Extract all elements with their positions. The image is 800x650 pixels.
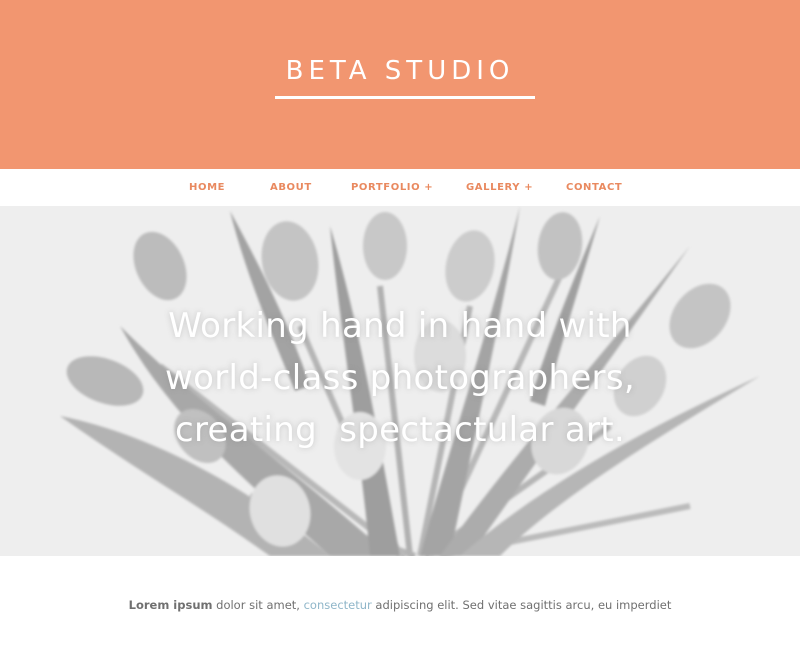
intro-section: Lorem ipsum dolor sit amet, consectetur …: [0, 556, 800, 650]
nav-home[interactable]: HOME: [189, 182, 225, 193]
hero-tagline: Working hand in hand with world-class ph…: [0, 300, 800, 456]
intro-link[interactable]: consectetur: [304, 598, 372, 612]
intro-bold: Lorem ipsum: [128, 598, 213, 612]
site-logo[interactable]: BETA STUDIO: [0, 56, 800, 86]
hero-line-2: world-class photographers,: [165, 358, 635, 398]
site-header: BETA STUDIO: [0, 0, 800, 169]
hero-line-1: Working hand in hand with: [168, 306, 632, 346]
nav-gallery[interactable]: GALLERY +: [466, 182, 533, 193]
nav-about[interactable]: ABOUT: [270, 182, 312, 193]
logo-underline: [275, 96, 535, 99]
intro-paragraph: Lorem ipsum dolor sit amet, consectetur …: [0, 598, 800, 612]
intro-text-2: adipiscing elit. Sed vitae sagittis arcu…: [371, 598, 672, 612]
nav-portfolio[interactable]: PORTFOLIO +: [351, 182, 433, 193]
hero-line-3: creating spectactular art.: [175, 410, 625, 450]
main-nav: HOME ABOUT PORTFOLIO + GALLERY + CONTACT: [0, 169, 800, 206]
nav-contact[interactable]: CONTACT: [566, 182, 622, 193]
hero-banner: Working hand in hand with world-class ph…: [0, 206, 800, 556]
intro-text-1: dolor sit amet,: [212, 598, 304, 612]
